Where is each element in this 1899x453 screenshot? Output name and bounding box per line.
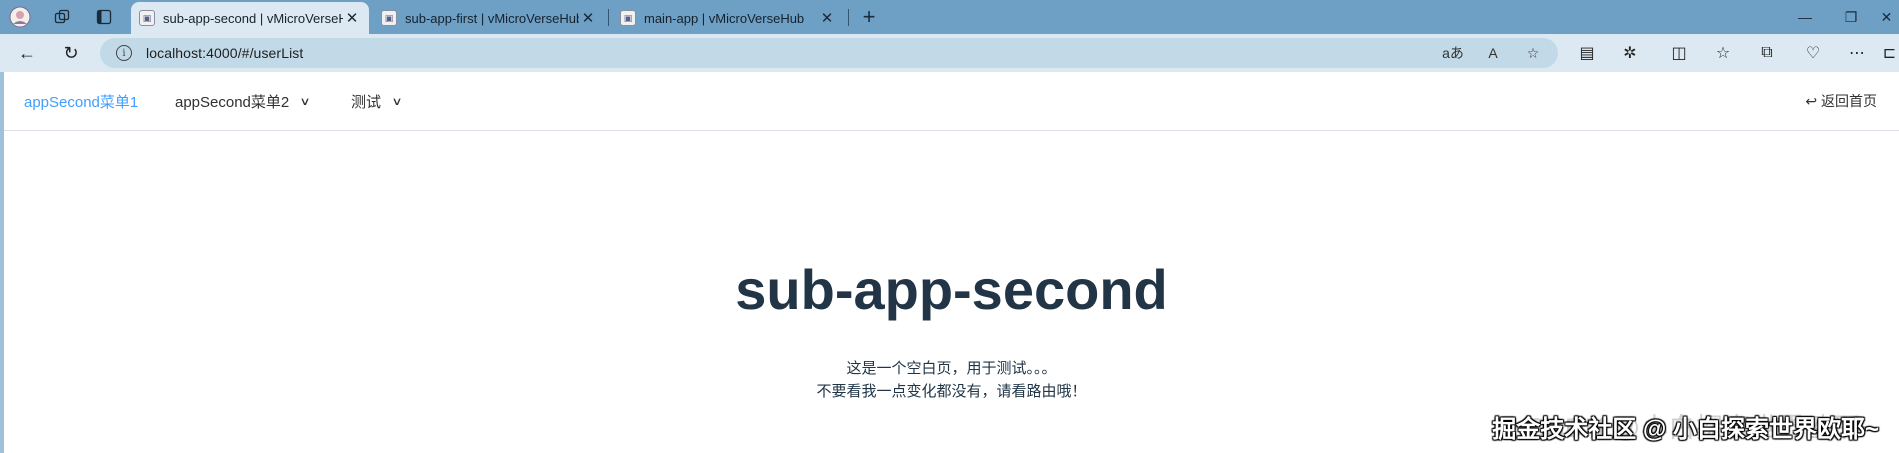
more-options-icon[interactable]: ⋯	[1842, 39, 1872, 67]
workspaces-icon[interactable]	[49, 4, 75, 30]
close-tab-icon[interactable]: ✕	[818, 9, 836, 27]
new-tab-button[interactable]: +	[856, 4, 882, 30]
back-home-link[interactable]: ↩ 返回首页	[1805, 72, 1877, 130]
tab-separator	[848, 9, 849, 26]
tab-favicon-icon: ▣	[139, 10, 155, 26]
description-line-2: 不要看我一点变化都没有，请看路由哦！	[816, 383, 1087, 400]
tab-actions-icon[interactable]	[91, 4, 117, 30]
tab-title: main-app | vMicroVerseHub	[644, 10, 805, 26]
tab-favicon-icon: ▣	[381, 10, 397, 26]
tab-sub-app-first[interactable]: ▣ sub-app-first | vMicroVerseHub ✕	[373, 2, 605, 34]
menu-item-test[interactable]: 测试 ∨	[351, 72, 403, 130]
back-arrow-icon[interactable]: ←	[12, 39, 42, 67]
tab-sub-app-second[interactable]: ▣ sub-app-second | vMicroVerseHub ✕	[131, 2, 369, 34]
sidebar-icon[interactable]: ⊏	[1880, 39, 1899, 67]
page-title: sub-app-second	[735, 258, 1168, 321]
close-window-icon[interactable]: ✕	[1874, 0, 1899, 34]
extensions-icon[interactable]: ✲	[1615, 39, 1645, 67]
menu-item-label: 测试	[351, 93, 382, 111]
tab-title: sub-app-second | vMicroVerseHub	[163, 10, 343, 26]
back-home-label[interactable]: ↩ 返回首页	[1805, 91, 1877, 111]
browser-essentials-icon[interactable]: ♡	[1798, 39, 1828, 67]
read-aloud-icon[interactable]: aあ	[1440, 40, 1466, 66]
address-bar[interactable]: i localhost:4000/#/userList	[100, 38, 1558, 68]
favorites-icon[interactable]: ☆	[1708, 39, 1738, 67]
tab-separator	[608, 9, 609, 26]
favorite-star-icon[interactable]: ☆	[1520, 40, 1546, 66]
restore-icon[interactable]: ❐	[1828, 0, 1874, 34]
tab-strip: ▣ sub-app-second | vMicroVerseHub ✕ ▣ su…	[0, 0, 1899, 34]
minimize-icon[interactable]: —	[1782, 0, 1828, 34]
collections-icon[interactable]: ⧉	[1752, 39, 1782, 67]
close-tab-icon[interactable]: ✕	[343, 9, 361, 27]
description-line-1: 这是一个空白页，用于测试。。。	[846, 360, 1057, 377]
profile-avatar-icon[interactable]	[7, 4, 33, 30]
top-menu: appSecond菜单1 appSecond菜单2 ∨ 测试 ∨ ↩ 返回首页	[4, 72, 1899, 131]
menu-item-appsecond-2[interactable]: appSecond菜单2 ∨	[175, 72, 311, 130]
menu-item-label: appSecond菜单2	[175, 93, 290, 111]
juejin-watermark: 掘金技术社区 @ 小白探索世界欧耶~	[1492, 416, 1879, 443]
menu-item-label: appSecond菜单1	[24, 93, 139, 111]
url-text[interactable]: localhost:4000/#/userList	[146, 45, 303, 61]
notes-icon[interactable]: ▤	[1572, 39, 1602, 67]
chevron-down-icon: ∨	[391, 95, 403, 108]
page-content: appSecond菜单1 appSecond菜单2 ∨ 测试 ∨ ↩ 返回首页 …	[0, 72, 1899, 453]
tab-main-app[interactable]: ▣ main-app | vMicroVerseHub ✕	[612, 2, 844, 34]
font-size-icon[interactable]: A	[1480, 40, 1506, 66]
chevron-down-icon: ∨	[299, 95, 311, 108]
split-screen-icon[interactable]: ◫	[1664, 39, 1694, 67]
close-tab-icon[interactable]: ✕	[579, 9, 597, 27]
tab-favicon-icon: ▣	[620, 10, 636, 26]
site-info-icon[interactable]: i	[116, 45, 132, 61]
browser-toolbar: ← ↻ i localhost:4000/#/userList aあ A ☆ ▤…	[0, 34, 1899, 72]
menu-item-appsecond-1[interactable]: appSecond菜单1	[24, 72, 138, 130]
tab-title: sub-app-first | vMicroVerseHub	[405, 10, 579, 26]
refresh-icon[interactable]: ↻	[56, 39, 86, 67]
